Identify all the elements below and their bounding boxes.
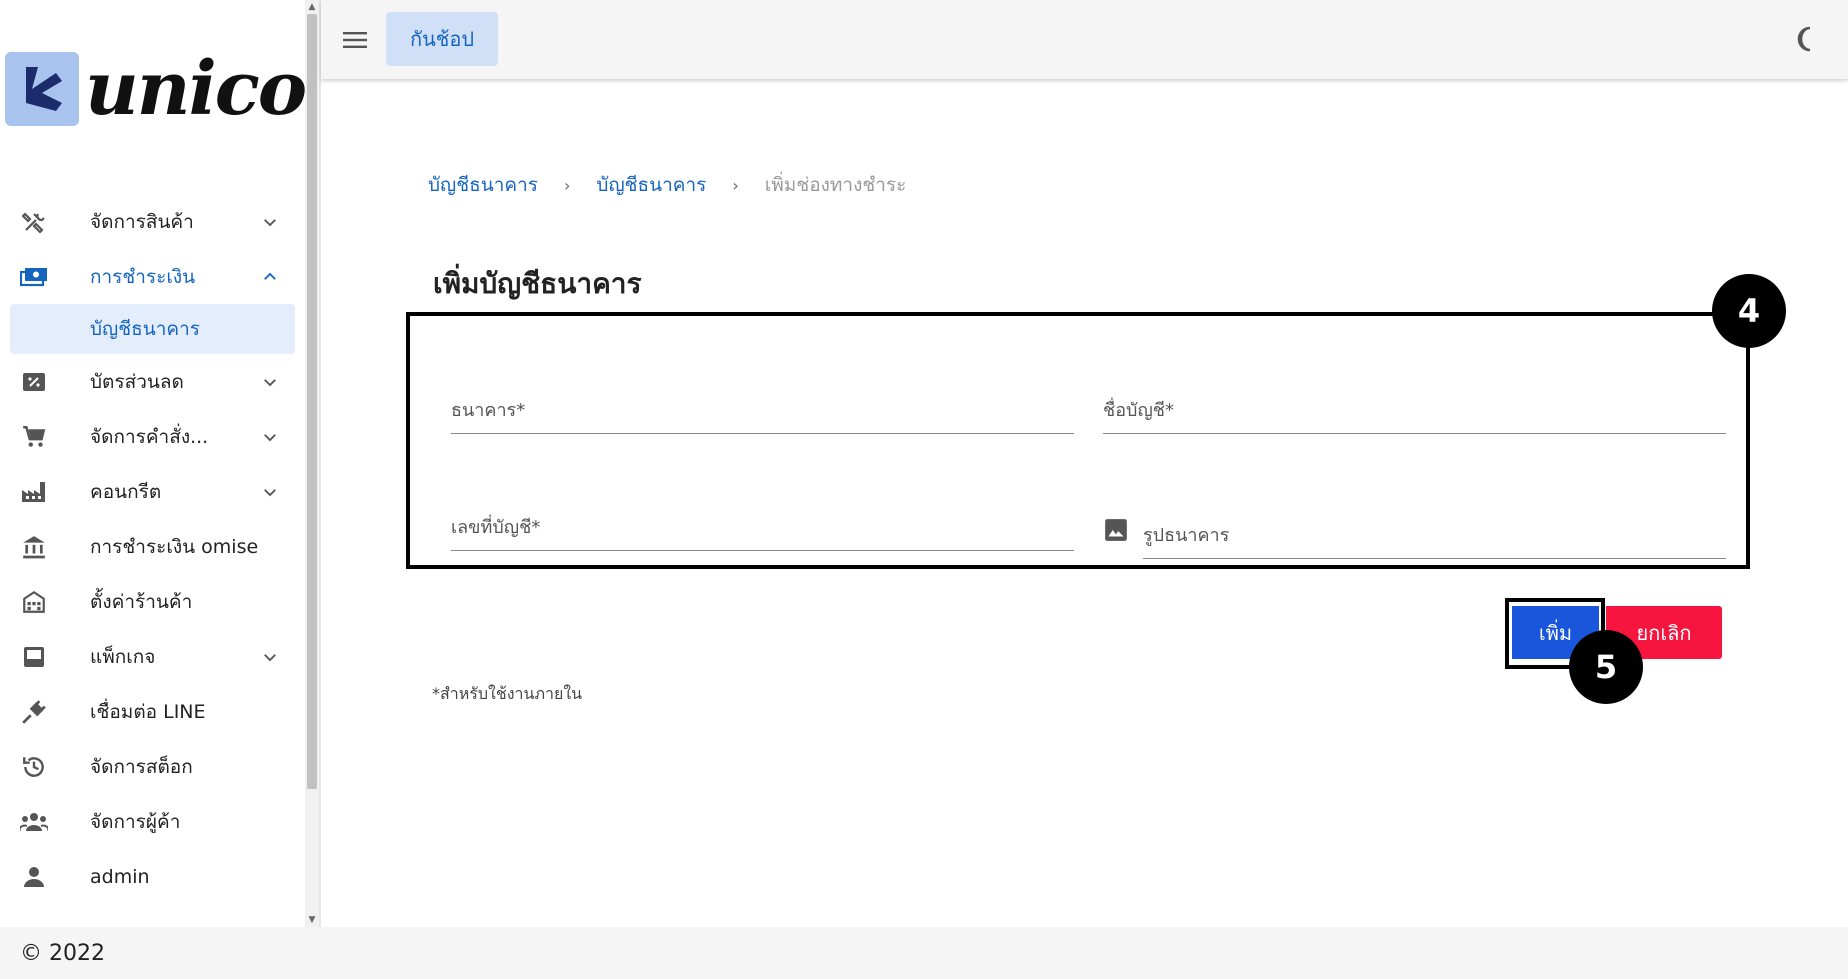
footer-copyright: © 2022 — [20, 940, 105, 966]
sidebar-nav: จัดการสินค้า การชำระเงิน บัญชีธนาคาร บัต… — [0, 194, 305, 904]
sidebar-item-orders[interactable]: จัดการคำสั่ง... — [0, 409, 305, 464]
internal-use-note: *สำหรับใช้งานภายใน — [432, 684, 583, 703]
dark-mode-moon-icon[interactable] — [1790, 24, 1820, 54]
step-badge-5: 5 — [1569, 630, 1643, 704]
chevron-down-icon — [258, 645, 282, 669]
field-underline — [1143, 558, 1726, 559]
cart-icon — [20, 423, 48, 451]
sidebar: unicon จัดการสินค้า การชำระเงิน บัญชีธนา… — [0, 0, 305, 927]
sidebar-item-label: จัดการคำสั่ง... — [90, 425, 209, 448]
field-underline — [451, 433, 1074, 434]
package-icon — [20, 643, 48, 671]
bank-image-upload-field[interactable]: รูปธนาคาร — [1103, 514, 1726, 566]
breadcrumb-link-bank-accounts[interactable]: บัญชีธนาคาร — [428, 170, 538, 200]
sidebar-item-label: แพ็กเกจ — [90, 645, 156, 668]
discount-icon — [20, 368, 48, 396]
hamburger-menu-icon[interactable] — [341, 26, 369, 54]
group-icon — [20, 808, 48, 836]
tools-icon — [20, 208, 48, 236]
shop-selector-button[interactable]: กันช้อป — [386, 12, 499, 66]
sidebar-item-discount[interactable]: บัตรส่วนลด — [0, 354, 305, 409]
sidebar-item-label: admin — [90, 865, 150, 888]
page-title: เพิ่มบัญชีธนาคาร — [433, 267, 642, 300]
sidebar-item-payment[interactable]: การชำระเงิน — [0, 249, 305, 304]
sidebar-item-omise[interactable]: การชำระเงิน omise — [0, 519, 305, 574]
sidebar-item-label: คอนกรีต — [90, 480, 162, 503]
sidebar-item-products[interactable]: จัดการสินค้า — [0, 194, 305, 249]
scrollbar-thumb[interactable] — [307, 14, 317, 789]
bank-field-label: ธนาคาร* — [451, 400, 526, 421]
bank-account-form: ธนาคาร* ชื่อบัญชี* เลขที่บัญชี* รูปธนาคา… — [406, 312, 1750, 569]
field-underline — [451, 550, 1074, 551]
breadcrumb-link-bank-accounts-list[interactable]: บัญชีธนาคาร — [596, 170, 706, 200]
sidebar-item-label: เชื่อมต่อ LINE — [90, 700, 206, 723]
sidebar-item-admin[interactable]: admin — [0, 849, 305, 904]
image-icon[interactable] — [1103, 517, 1129, 543]
sidebar-subitem-bank-account[interactable]: บัญชีธนาคาร — [10, 304, 295, 354]
bank-image-field-label: รูปธนาคาร — [1143, 525, 1230, 546]
sidebar-scrollbar[interactable]: ▲ ▼ — [305, 0, 319, 927]
logo[interactable]: unicon — [5, 52, 305, 126]
sidebar-item-label: จัดการสต็อก — [90, 755, 193, 778]
sidebar-item-vendors[interactable]: จัดการผู้ค้า — [0, 794, 305, 849]
sidebar-item-label: บัตรส่วนลด — [90, 370, 184, 393]
bank-icon — [20, 533, 48, 561]
field-underline — [1103, 433, 1726, 434]
scroll-up-arrow-icon[interactable]: ▲ — [307, 2, 317, 12]
footer: © 2022 — [0, 927, 1848, 979]
chevron-down-icon — [258, 425, 282, 449]
store-icon — [20, 588, 48, 616]
sidebar-item-package[interactable]: แพ็กเกจ — [0, 629, 305, 684]
sidebar-item-label: จัดการผู้ค้า — [90, 810, 181, 833]
chevron-down-icon — [258, 480, 282, 504]
top-bar: กันช้อป — [321, 0, 1848, 79]
plug-icon — [20, 698, 48, 726]
account-name-field-label: ชื่อบัญชี* — [1103, 400, 1175, 421]
person-icon — [20, 863, 48, 891]
step-badge-4: 4 — [1712, 274, 1786, 348]
payment-icon — [20, 263, 48, 291]
logo-text: unicon — [85, 46, 305, 132]
chevron-down-icon — [258, 210, 282, 234]
sidebar-item-line[interactable]: เชื่อมต่อ LINE — [0, 684, 305, 739]
account-number-field[interactable]: เลขที่บัญชี* — [451, 506, 1074, 556]
sidebar-subitem-label: บัญชีธนาคาร — [90, 318, 200, 340]
factory-icon — [20, 478, 48, 506]
sidebar-item-store-settings[interactable]: ตั้งค่าร้านค้า — [0, 574, 305, 629]
chevron-down-icon — [258, 370, 282, 394]
bank-field[interactable]: ธนาคาร* — [451, 389, 1074, 439]
sidebar-item-stock[interactable]: จัดการสต็อก — [0, 739, 305, 794]
account-name-field[interactable]: ชื่อบัญชี* — [1103, 389, 1726, 439]
logo-mark-icon — [5, 52, 79, 126]
sidebar-item-label: จัดการสินค้า — [90, 210, 194, 233]
breadcrumb-current: เพิ่มช่องทางชำระ — [764, 174, 907, 196]
sidebar-item-concrete[interactable]: คอนกรีต — [0, 464, 305, 519]
breadcrumb: บัญชีธนาคาร › บัญชีธนาคาร › เพิ่มช่องทาง… — [428, 170, 906, 200]
sidebar-item-label: การชำระเงิน omise — [90, 535, 259, 558]
sidebar-item-label: การชำระเงิน — [90, 265, 196, 288]
history-icon — [20, 753, 48, 781]
sidebar-divider — [319, 0, 321, 927]
breadcrumb-chevron-icon: › — [563, 175, 571, 195]
breadcrumb-chevron-icon: › — [732, 175, 739, 195]
account-number-field-label: เลขที่บัญชี* — [451, 517, 541, 538]
sidebar-item-label: ตั้งค่าร้านค้า — [90, 590, 193, 613]
chevron-up-icon — [258, 265, 282, 289]
scroll-down-arrow-icon[interactable]: ▼ — [307, 915, 317, 925]
